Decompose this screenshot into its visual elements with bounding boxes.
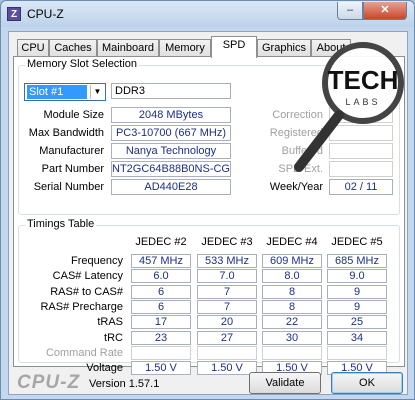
manufacturer-value: Nanya Technology (111, 143, 231, 159)
tab-caches[interactable]: Caches (49, 39, 97, 57)
timing-value-cell: 9 (327, 299, 387, 314)
timing-value-cell: 17 (131, 315, 191, 330)
timing-row-label: Frequency (71, 255, 123, 267)
timing-value-cell: 1.50 V (131, 361, 191, 376)
timing-value-cell: 8 (262, 284, 322, 299)
timing-value-cell (327, 345, 387, 360)
timing-value-cell: 8.0 (262, 269, 322, 284)
version-label: Version 1.57.1 (89, 378, 160, 390)
title-bar[interactable]: Z CPU-Z – ✕ (1, 1, 414, 27)
cpu-z-window: Z CPU-Z – ✕ CPU Caches Mainboard Memory … (0, 0, 415, 400)
timing-value-cell: 685 MHz (327, 254, 387, 268)
timing-row-label: tRAS (97, 316, 123, 329)
week-year-label: Week/Year (269, 181, 323, 193)
part-number-label: Part Number (41, 163, 104, 175)
tab-memory[interactable]: Memory (159, 39, 211, 57)
timing-value-cell (262, 345, 322, 360)
minimize-button[interactable]: – (337, 2, 363, 20)
timing-value-cell: 8 (262, 299, 322, 314)
timing-value-cell: 609 MHz (262, 254, 322, 268)
timing-value-cell: 533 MHz (197, 254, 257, 268)
timings-group-title: Timings Table (25, 218, 97, 230)
timing-row-label: tRC (104, 331, 123, 344)
timing-value-cell: 9 (327, 284, 387, 299)
timing-value-cell: 30 (262, 330, 322, 345)
validate-button[interactable]: Validate (249, 372, 321, 394)
timing-value-cell: 7 (197, 299, 257, 314)
timing-value-cell: 457 MHz (131, 254, 191, 268)
timing-value-cell: 25 (327, 315, 387, 330)
serial-number-label: Serial Number (33, 181, 104, 193)
ok-button[interactable]: OK (331, 372, 403, 394)
close-button[interactable]: ✕ (363, 2, 407, 20)
timing-value-cell (131, 345, 191, 360)
module-size-label: Module Size (43, 109, 104, 121)
timing-value-cell: 23 (131, 330, 191, 345)
slot-select[interactable]: Slot #1 ▼ (24, 83, 106, 101)
timing-value-cell: 6.0 (131, 269, 191, 284)
timing-row-label: RAS# to CAS# (50, 285, 123, 298)
tab-mainboard[interactable]: Mainboard (97, 39, 159, 57)
watermark-brand-top: TECH (328, 65, 399, 95)
timing-value-cell: 1.50 V (197, 361, 257, 376)
timing-value-cell: 7.0 (197, 269, 257, 284)
timing-value-cell: 27 (197, 330, 257, 345)
timings-group: Timings Table JEDEC #2 JEDEC #3 JEDEC #4 JE… (18, 218, 400, 376)
timing-value-cell: 6 (131, 284, 191, 299)
max-bandwidth-value: PC3-10700 (667 MHz) (111, 125, 231, 141)
memory-type-value: DDR3 (111, 83, 231, 99)
cpu-z-app-icon: Z (7, 7, 21, 21)
tab-spd[interactable]: SPD (211, 36, 257, 58)
timings-column-header: JEDEC #5 (331, 236, 383, 248)
part-number-value: NT2GC64B88B0NS-CG (111, 161, 231, 177)
timings-column-header: JEDEC #4 (266, 236, 318, 248)
tab-cpu[interactable]: CPU (17, 39, 49, 57)
manufacturer-label: Manufacturer (39, 145, 104, 157)
timings-column-header: JEDEC #2 (135, 236, 187, 248)
chevron-down-icon[interactable]: ▼ (90, 85, 104, 99)
timing-value-cell: 7 (197, 284, 257, 299)
timing-row-label: Command Rate (45, 346, 123, 359)
timing-row-label: RAS# Precharge (40, 300, 123, 313)
tech-labs-watermark: TECH LABS (294, 42, 404, 172)
timing-value-cell: 20 (197, 315, 257, 330)
timing-value-cell: 34 (327, 330, 387, 345)
timing-value-cell: 6 (131, 299, 191, 314)
module-size-value: 2048 MBytes (111, 107, 231, 123)
week-year-value: 02 / 11 (329, 179, 393, 195)
timing-value-cell (197, 345, 257, 360)
timings-column-header: JEDEC #3 (201, 236, 253, 248)
serial-number-value: AD440E28 (111, 179, 231, 195)
watermark-brand-bottom: LABS (345, 97, 380, 107)
cpu-z-logo: CPU-Z (17, 372, 81, 393)
timing-row-label: CAS# Latency (52, 270, 123, 283)
timing-value-cell: 9.0 (327, 269, 387, 284)
memory-slot-group-title: Memory Slot Selection (25, 58, 140, 70)
window-title: CPU-Z (27, 7, 64, 21)
max-bandwidth-label: Max Bandwidth (28, 127, 104, 139)
timing-value-cell: 22 (262, 315, 322, 330)
slot-select-value: Slot #1 (27, 85, 87, 99)
